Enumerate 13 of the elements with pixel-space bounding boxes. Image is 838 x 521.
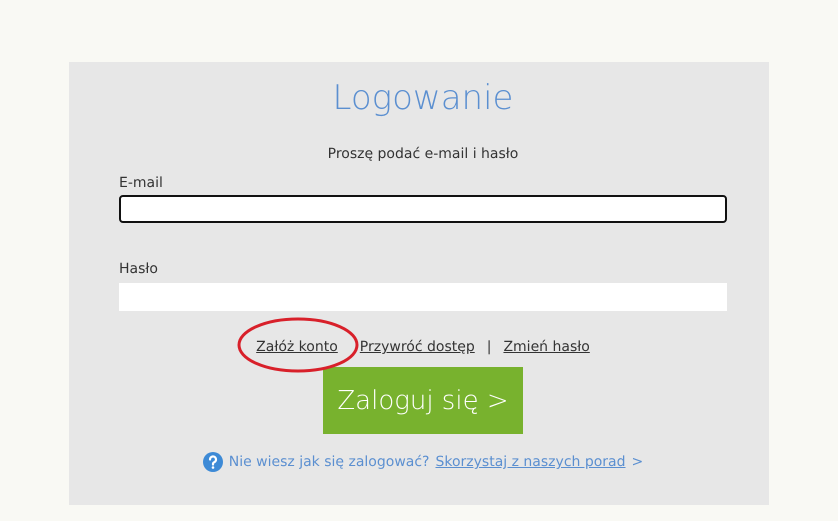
input-field[interactable] xyxy=(119,195,727,223)
help-question: Nie wiesz jak się zalogować? xyxy=(228,454,430,470)
page-title: Logowanie xyxy=(332,77,514,120)
account-link[interactable]: Załóż konto xyxy=(256,339,338,355)
instruction-text: Proszę podać e-mail i hasło xyxy=(328,146,518,162)
arrow-text: > xyxy=(632,454,644,470)
link-separator: | xyxy=(486,339,492,355)
account-link[interactable]: Zmień hasło xyxy=(503,339,590,355)
input-field[interactable] xyxy=(119,283,727,311)
help-icon xyxy=(202,452,223,472)
account-link[interactable]: Przywróć dostęp xyxy=(360,339,475,355)
field-label: E-mail xyxy=(119,175,163,191)
field-label: Hasło xyxy=(119,261,158,277)
